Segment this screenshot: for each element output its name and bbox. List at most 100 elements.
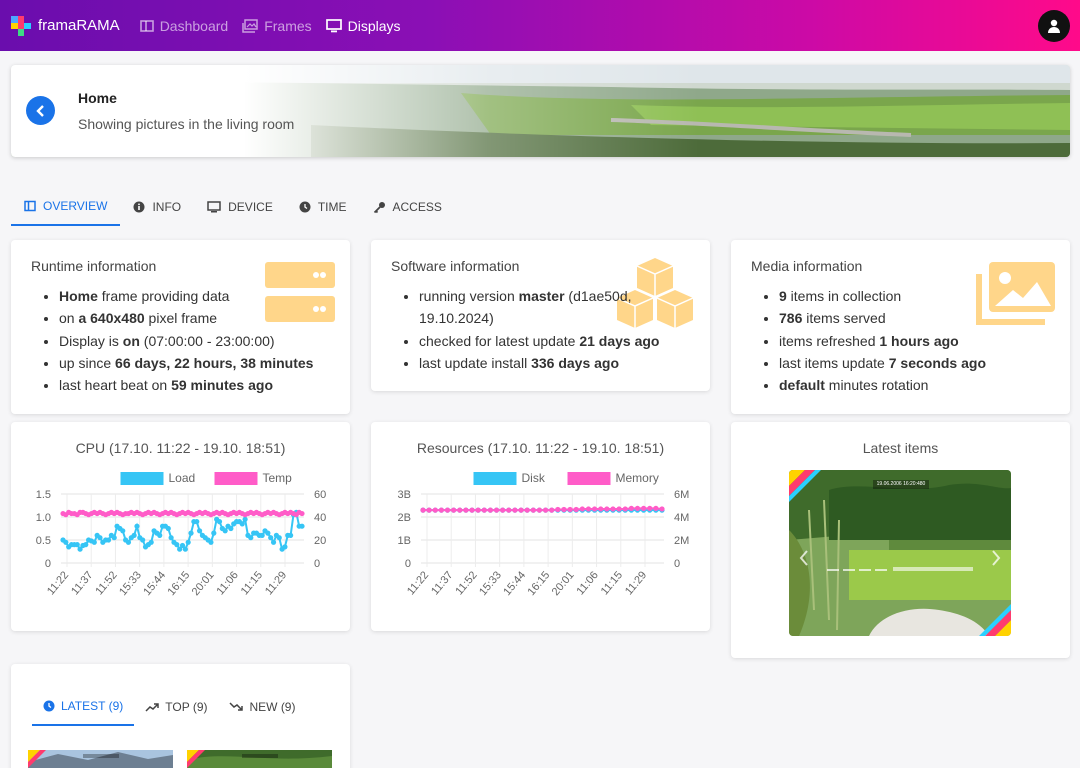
data-point[interactable] [573,506,579,513]
tab-overview[interactable]: OVERVIEW [11,188,121,226]
data-point[interactable] [628,505,634,511]
data-point[interactable] [469,507,475,513]
data-point[interactable] [148,539,154,545]
chevron-right-icon[interactable] [991,550,1001,566]
data-point[interactable] [561,506,567,513]
data-point[interactable] [105,537,112,543]
data-point[interactable] [481,507,487,513]
data-point[interactable] [524,507,530,513]
data-point[interactable] [622,506,628,512]
data-point[interactable] [536,507,543,513]
data-point[interactable] [242,516,248,522]
chevron-left-icon[interactable] [799,550,809,566]
data-point[interactable] [616,506,622,512]
data-point[interactable] [518,507,524,513]
back-button[interactable] [26,96,55,125]
data-point[interactable] [188,530,194,536]
data-point[interactable] [426,507,432,513]
legend-swatch[interactable] [567,472,611,485]
latest-items-carousel[interactable]: 19.06.2006 16:20:480 [789,470,1011,636]
data-point[interactable] [282,544,288,550]
nav-frames[interactable]: Frames [242,18,312,34]
data-point[interactable] [530,507,536,513]
tab-latest[interactable]: LATEST (9) [32,688,135,726]
data-point[interactable] [506,507,512,513]
tab-time[interactable]: TIME [286,188,360,226]
data-point[interactable] [647,505,653,511]
data-point[interactable] [555,506,561,513]
data-point[interactable] [259,532,265,538]
data-point[interactable] [74,542,80,548]
data-point[interactable] [125,539,132,545]
data-point[interactable] [567,506,573,513]
data-point[interactable] [157,532,163,538]
tab-top[interactable]: TOP (9) [134,688,218,726]
tab-new[interactable]: NEW (9) [218,688,306,726]
data-point[interactable] [299,510,305,517]
data-point[interactable] [451,507,457,513]
data-point[interactable] [641,505,647,511]
data-point[interactable] [63,539,69,545]
data-point[interactable] [174,542,180,548]
nav-dashboard[interactable]: Dashboard [139,18,228,34]
data-point[interactable] [216,519,223,525]
data-point[interactable] [585,506,592,512]
data-point[interactable] [222,528,228,534]
nav-displays[interactable]: Displays [325,18,401,34]
data-point[interactable] [487,507,494,513]
legend-swatch[interactable] [120,472,164,485]
data-point[interactable] [140,537,146,543]
data-point[interactable] [185,539,191,545]
data-point[interactable] [542,507,549,513]
data-point[interactable] [91,539,97,545]
data-point[interactable] [438,507,444,513]
legend-swatch[interactable] [473,472,517,485]
legend-swatch[interactable] [214,472,258,485]
data-point[interactable] [196,528,203,534]
data-point[interactable] [165,525,171,532]
user-avatar-button[interactable] [1038,10,1070,42]
data-point[interactable] [228,525,234,532]
data-point[interactable] [239,521,245,527]
data-point[interactable] [97,535,103,541]
data-point[interactable] [265,530,271,536]
data-point[interactable] [500,507,506,513]
data-point[interactable] [457,507,463,513]
data-point[interactable] [111,535,117,541]
tab-device[interactable]: DEVICE [194,188,286,226]
data-point[interactable] [420,507,426,513]
data-point[interactable] [598,506,604,512]
data-point[interactable] [610,506,616,512]
data-point[interactable] [653,505,659,511]
data-point[interactable] [208,539,214,545]
data-point[interactable] [211,530,217,536]
data-point[interactable] [194,519,200,525]
item-thumbnail[interactable] [187,750,332,768]
data-point[interactable] [182,546,188,552]
data-point[interactable] [270,539,277,545]
data-point[interactable] [512,507,518,513]
data-point[interactable] [268,535,274,541]
data-point[interactable] [134,523,140,529]
data-point[interactable] [493,507,500,513]
data-point[interactable] [475,507,481,513]
item-thumbnail[interactable] [28,750,173,768]
data-point[interactable] [463,507,469,513]
tab-info[interactable]: INFO [120,188,194,226]
data-point[interactable] [432,507,438,513]
data-point[interactable] [276,535,282,541]
tab-access[interactable]: ACCESS [360,188,455,226]
data-point[interactable] [299,523,305,529]
data-point[interactable] [634,505,641,511]
data-point[interactable] [248,535,254,541]
data-point[interactable] [288,532,294,538]
data-point[interactable] [659,506,665,512]
data-point[interactable] [591,506,598,512]
brand[interactable]: framaRAMA [11,15,120,36]
data-point[interactable] [131,532,137,538]
data-point[interactable] [579,506,585,512]
data-point[interactable] [444,507,451,513]
data-point[interactable] [83,542,89,548]
data-point[interactable] [168,535,174,541]
data-point[interactable] [549,507,555,513]
